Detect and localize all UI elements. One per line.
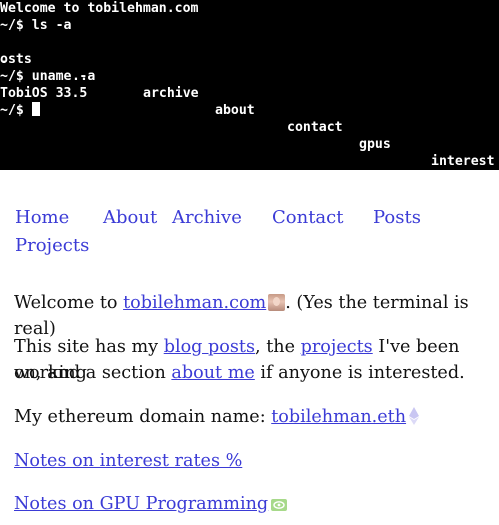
line2-prefix: on, and a section (14, 363, 172, 383)
nav-posts[interactable]: Posts (373, 207, 421, 229)
nav-contact[interactable]: Contact (272, 207, 343, 229)
terminal[interactable]: Welcome to tobilehman.com ~/$ ls -a . ..… (0, 0, 499, 170)
terminal-line-ls-command: ~/$ ls -a (0, 18, 72, 33)
ls-item: archive (143, 86, 199, 101)
eth-domain-link[interactable]: tobilehman.eth (271, 407, 406, 427)
gpu-row: Notes on GPU Programming (14, 491, 288, 517)
ls-item: interest (431, 154, 495, 169)
ethereum-icon (409, 407, 420, 425)
terminal-line-ls-output: . .. archive about contact gpus interest (0, 34, 499, 169)
about-me-link[interactable]: about me (171, 363, 254, 383)
ls-item: contact (287, 120, 343, 135)
projects-link[interactable]: projects (301, 337, 373, 357)
blog-mid: , the (255, 337, 301, 357)
interest-rates-link[interactable]: Notes on interest rates % (14, 448, 242, 474)
ls-item: gpus (359, 137, 391, 152)
cursor (31, 102, 40, 116)
terminal-line-ls-wrap: osts (0, 52, 32, 67)
blog-prefix: This site has my (14, 337, 164, 357)
terminal-line-welcome: Welcome to tobilehman.com (0, 1, 199, 16)
nav-home[interactable]: Home (15, 207, 69, 229)
terminal-line-uname-output: TobiOS 33.5 (0, 86, 88, 101)
nav-archive[interactable]: Archive (172, 207, 242, 229)
ls-item: about (215, 103, 255, 118)
eth-prefix: My ethereum domain name: (14, 407, 272, 427)
welcome-text: Welcome to (14, 293, 124, 313)
nav-projects[interactable]: Projects (15, 235, 89, 257)
line2-suffix: if anyone is interested. (254, 363, 465, 383)
nvidia-icon (271, 499, 288, 511)
blog-posts-link[interactable]: blog posts (164, 337, 255, 357)
gpu-programming-link[interactable]: Notes on GPU Programming (14, 494, 268, 514)
nav-about[interactable]: About (103, 207, 157, 229)
site-link[interactable]: tobilehman.com (123, 293, 266, 313)
ethereum-paragraph: My ethereum domain name: tobilehman.eth (14, 404, 420, 430)
terminal-line-uname-command: ~/$ uname -a (0, 69, 96, 84)
blog-paragraph-line2: on, and a section about me if anyone is … (14, 360, 465, 386)
terminal-prompt[interactable]: ~/$ (0, 102, 40, 119)
avatar (268, 294, 286, 311)
prompt-text: ~/$ (0, 103, 32, 118)
